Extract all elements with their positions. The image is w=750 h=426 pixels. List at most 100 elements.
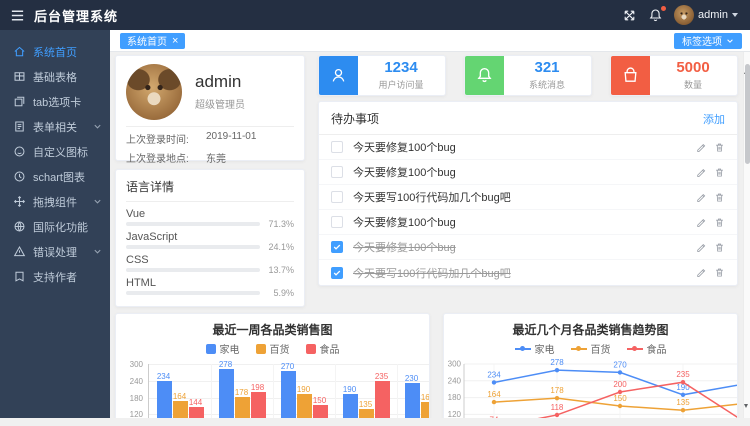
edit-icon[interactable] — [696, 142, 707, 153]
y-tick-label: 180 — [448, 393, 462, 402]
bell-icon[interactable] — [648, 8, 663, 23]
legend-item: 食品 — [306, 341, 340, 356]
todo-checkbox[interactable] — [331, 166, 343, 178]
notification-badge — [661, 6, 666, 11]
bar-chart-legend: 家电百货食品 — [116, 343, 429, 354]
sidebar-item[interactable]: 国际化功能 — [0, 214, 110, 239]
todo-checkbox[interactable] — [331, 141, 343, 153]
profile-role: 超级管理员 — [195, 96, 245, 111]
chevron-down-icon — [732, 13, 738, 17]
scroll-up-button[interactable] — [744, 53, 750, 62]
divider — [126, 126, 294, 127]
legend-line-marker — [515, 348, 531, 350]
sidebar-item[interactable]: 自定义图标 — [0, 139, 110, 164]
scroll-down-button[interactable] — [744, 408, 750, 417]
edit-icon[interactable] — [696, 167, 707, 178]
stat-value: 5000 — [676, 60, 709, 76]
legend-dot — [632, 346, 637, 351]
legend-label: 食品 — [320, 341, 340, 356]
todo-text: 今天要修复100个bug — [353, 139, 696, 155]
edit-icon[interactable] — [696, 217, 707, 228]
sidebar-item-label: 表单相关 — [33, 119, 93, 135]
stat-card: 1234 用户访问量 — [318, 55, 446, 96]
point-value-label: 118 — [551, 403, 564, 412]
tab-icon — [13, 95, 26, 108]
language-row: HTML 5.9% — [126, 277, 294, 296]
scroll-thumb[interactable] — [745, 64, 750, 164]
delete-icon[interactable] — [714, 192, 725, 203]
todo-checkbox[interactable] — [331, 241, 343, 253]
sidebar-item[interactable]: 拖拽组件 — [0, 189, 110, 214]
data-point — [618, 404, 622, 408]
todo-checkbox[interactable] — [331, 216, 343, 228]
chart-icon — [13, 170, 26, 183]
table-icon — [13, 70, 26, 83]
edit-icon[interactable] — [696, 267, 707, 278]
point-value-label: 235 — [676, 370, 690, 379]
tab-bar: 系统首页 × 标签选项 — [110, 30, 750, 52]
bell-icon — [464, 55, 504, 96]
bar — [313, 405, 328, 418]
bar-value-label: 135 — [354, 400, 377, 409]
right-column: 1234 用户访问量 321 系统消息 5000 数量 待办事项 添加 今天 — [318, 55, 738, 307]
sidebar-item-label: 系统首页 — [33, 44, 102, 60]
todo-card: 待办事项 添加 今天要修复100个bug 今天要修复100个bug 今天要写10… — [318, 101, 738, 286]
y-tick-label: 240 — [116, 377, 143, 386]
chevron-down-icon — [93, 247, 102, 256]
sidebar-item[interactable]: 错误处理 — [0, 239, 110, 264]
tab-home[interactable]: 系统首页 × — [120, 33, 185, 49]
line-chart-card: 最近几个月各品类销售趋势图 家电百货食品 601201802403001月2月3… — [443, 313, 738, 418]
delete-icon[interactable] — [714, 167, 725, 178]
sidebar-item-label: 自定义图标 — [33, 144, 102, 160]
point-value-label: 135 — [676, 398, 690, 407]
legend-label: 家电 — [220, 341, 240, 356]
line-chart-title: 最近几个月各品类销售趋势图 — [444, 321, 737, 338]
username: admin — [698, 9, 728, 21]
todo-text: 今天要修复100个bug — [353, 239, 696, 255]
todo-list: 今天要修复100个bug 今天要修复100个bug 今天要写100行代码加几个b… — [319, 135, 737, 285]
todo-add-link[interactable]: 添加 — [703, 111, 725, 127]
todo-item: 今天要写100行代码加几个bug吧 — [319, 260, 737, 285]
dashboard-content: admin 超级管理员 上次登录时间: 2019-11-01 上次登录地点: 东… — [110, 52, 743, 418]
sidebar-item[interactable]: tab选项卡 — [0, 89, 110, 114]
legend-item: 家电 — [206, 341, 240, 356]
fullscreen-icon[interactable] — [622, 8, 637, 23]
menu-toggle-icon[interactable] — [0, 8, 34, 23]
todo-checkbox[interactable] — [331, 191, 343, 203]
legend-label: 家电 — [535, 341, 555, 356]
delete-icon[interactable] — [714, 217, 725, 228]
sidebar-item-label: 错误处理 — [33, 244, 93, 260]
y-tick-label: 300 — [116, 360, 143, 369]
last-login-place-value: 东莞 — [206, 150, 226, 165]
bar — [281, 371, 296, 418]
sidebar-item[interactable]: 表单相关 — [0, 114, 110, 139]
data-point — [681, 393, 685, 397]
edit-icon[interactable] — [696, 242, 707, 253]
legend-item: 家电 — [515, 341, 555, 356]
language-percent: 5.9% — [260, 288, 294, 298]
todo-item: 今天要修复100个bug — [319, 135, 737, 160]
delete-icon[interactable] — [714, 242, 725, 253]
close-icon[interactable]: × — [172, 36, 178, 46]
todo-checkbox[interactable] — [331, 267, 343, 279]
bar — [421, 402, 430, 418]
user-dropdown[interactable]: admin — [674, 5, 738, 25]
tag-options-button[interactable]: 标签选项 — [674, 33, 742, 49]
data-point — [555, 368, 559, 372]
delete-icon[interactable] — [714, 267, 725, 278]
left-column: admin 超级管理员 上次登录时间: 2019-11-01 上次登录地点: 东… — [115, 55, 305, 307]
delete-icon[interactable] — [714, 142, 725, 153]
edit-icon[interactable] — [696, 192, 707, 203]
todo-header: 待办事项 添加 — [319, 102, 737, 135]
stat-label: 用户访问量 — [378, 78, 423, 91]
stat-card: 321 系统消息 — [464, 55, 592, 96]
point-value-label: 278 — [550, 358, 564, 367]
sidebar-item[interactable]: 基础表格 — [0, 64, 110, 89]
sidebar-item[interactable]: 系统首页 — [0, 39, 110, 64]
sidebar-item[interactable]: schart图表 — [0, 164, 110, 189]
sidebar-item[interactable]: 支持作者 — [0, 264, 110, 289]
sidebar: 系统首页 基础表格 tab选项卡 表单相关 自定义图标 schart图表 — [0, 30, 110, 418]
legend-item: 食品 — [627, 341, 667, 356]
vertical-scrollbar[interactable] — [743, 52, 750, 418]
support-icon — [13, 270, 26, 283]
